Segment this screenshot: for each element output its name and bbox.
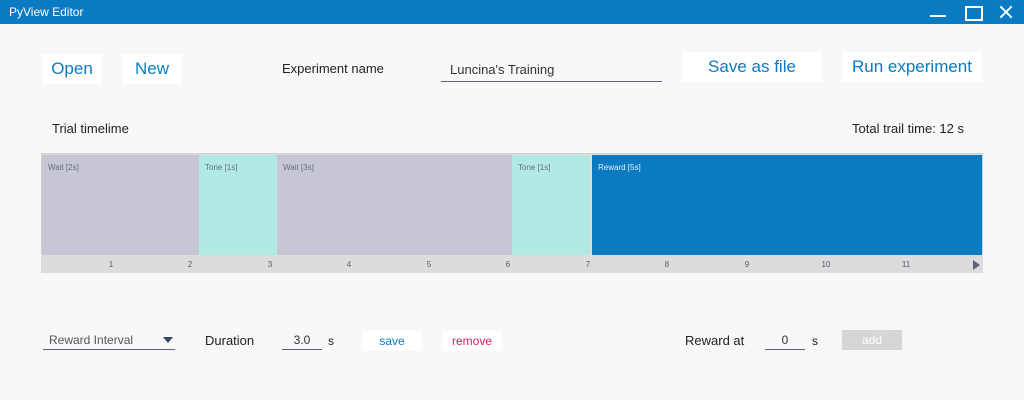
axis-tick-label: 3 [267, 260, 273, 269]
add-button[interactable]: add [842, 330, 902, 350]
experiment-name-label: Experiment name [282, 61, 384, 76]
duration-input[interactable] [282, 331, 322, 350]
timeline-title: Trial timelime [52, 121, 129, 136]
axis-tick-label: 7 [585, 260, 591, 269]
axis-tick-label: 11 [901, 260, 911, 269]
segment-label: Tone [1s] [205, 163, 238, 172]
interval-type-select[interactable]: Reward Interval [43, 331, 175, 350]
segment-label: Wait [2s] [48, 163, 79, 172]
scroll-right-icon[interactable] [973, 260, 980, 270]
axis-tick-label: 9 [744, 260, 750, 269]
open-button[interactable]: Open [42, 54, 102, 84]
trial-timeline: Wait [2s] Tone [1s] Wait [3s] Tone [1s] Rewa… [41, 153, 983, 255]
reward-at-label: Reward at [685, 333, 745, 348]
segment-label: Wait [3s] [283, 163, 314, 172]
minimize-icon[interactable] [921, 0, 955, 24]
axis-tick-label: 8 [664, 260, 670, 269]
remove-button[interactable]: remove [442, 331, 502, 351]
new-button[interactable]: New [122, 54, 182, 84]
save-button[interactable]: save [362, 331, 422, 351]
segment-label: Tone [1s] [518, 163, 551, 172]
chevron-down-icon [163, 337, 173, 343]
reward-at-input[interactable] [765, 331, 805, 350]
timeline-segment-tone[interactable]: Tone [1s] [199, 155, 277, 255]
axis-tick-label: 5 [426, 260, 432, 269]
axis-tick-label: 6 [505, 260, 511, 269]
axis-tick-label: 1 [108, 260, 114, 269]
duration-unit: s [328, 334, 334, 348]
timeline-segment-tone[interactable]: Tone [1s] [512, 155, 590, 255]
run-experiment-button[interactable]: Run experiment [842, 52, 982, 82]
save-as-file-button[interactable]: Save as file [682, 52, 822, 82]
title-bar: PyView Editor [0, 0, 1024, 24]
axis-tick-label: 10 [821, 260, 831, 269]
window-title: PyView Editor [9, 5, 84, 19]
reward-at-unit: s [812, 334, 818, 348]
timeline-segment-wait[interactable]: Wait [3s] [277, 155, 512, 255]
axis-tick-label: 2 [187, 260, 193, 269]
segment-label: Reward [5s] [598, 163, 641, 172]
axis-tick-label: 4 [346, 260, 352, 269]
interval-type-value: Reward Interval [49, 333, 134, 347]
timeline-segment-wait[interactable]: Wait [2s] [42, 155, 199, 255]
timeline-segment-reward[interactable]: Reward [5s] [592, 155, 982, 255]
maximize-icon[interactable] [955, 0, 989, 24]
timeline-axis: 1 2 3 4 5 6 7 8 9 10 11 [41, 255, 983, 273]
duration-label: Duration [205, 333, 255, 348]
total-time-label: Total trail time: 12 s [852, 121, 964, 136]
close-icon[interactable] [990, 0, 1024, 24]
experiment-name-input[interactable] [441, 58, 662, 82]
